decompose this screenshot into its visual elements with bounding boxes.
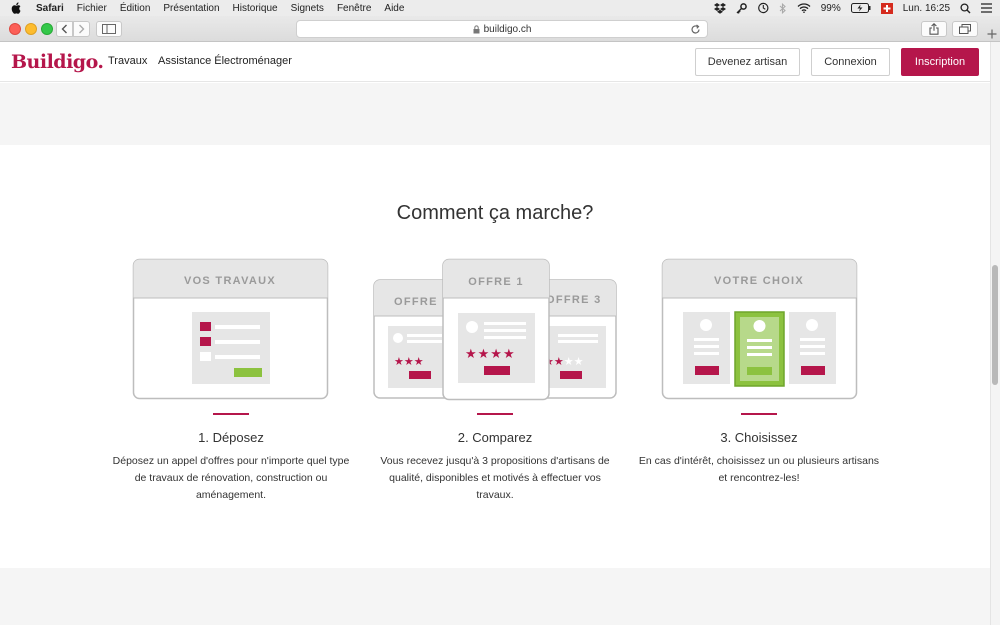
svg-text:★★★: ★★★	[394, 355, 424, 368]
page-scrollbar-thumb[interactable]	[992, 265, 998, 385]
back-button[interactable]	[56, 21, 73, 37]
wifi-icon[interactable]	[797, 3, 811, 13]
menubar-clock[interactable]: Lun. 16:25	[903, 3, 950, 14]
card-label-vos-travaux: VOS TRAVAUX	[184, 275, 276, 287]
bottom-gray-band	[0, 568, 990, 625]
menu-edition[interactable]: Édition	[120, 3, 151, 14]
illustration-votre-choix: VOTRE CHOIX	[661, 258, 858, 400]
close-window-button[interactable]	[9, 23, 21, 35]
browser-toolbar: buildigo.ch	[0, 16, 1000, 42]
dropbox-icon[interactable]	[713, 2, 726, 14]
minimize-window-button[interactable]	[25, 23, 37, 35]
step-1-description: Déposez un appel d'offres pour n'importe…	[112, 455, 350, 501]
key-icon[interactable]	[736, 2, 747, 14]
step-3-title: 3. Choisissez	[720, 430, 798, 445]
offer-1-card: OFFRE 1 ★★★★	[442, 258, 550, 401]
site-header: Buildigo. Travaux Assistance Électroména…	[0, 42, 990, 82]
battery-percent: 99%	[820, 2, 841, 14]
share-icon	[929, 23, 939, 35]
nav-link-assistance[interactable]: Assistance Électroménager	[158, 55, 292, 67]
step-3-divider	[741, 413, 777, 415]
chevron-right-icon	[79, 24, 85, 34]
become-artisan-button[interactable]: Devenez artisan	[695, 48, 800, 76]
card-label-offre-3: OFFRE 3	[546, 294, 602, 306]
top-gray-band	[0, 83, 990, 145]
how-it-works-title: Comment ça marche?	[396, 202, 594, 224]
spotlight-search-icon[interactable]	[960, 2, 971, 14]
sidebar-icon	[102, 24, 116, 34]
menu-presentation[interactable]: Présentation	[163, 3, 219, 14]
url-text: buildigo.ch	[483, 23, 532, 35]
site-logo[interactable]: Buildigo.	[11, 51, 104, 73]
tabs-icon	[959, 24, 971, 34]
forward-button[interactable]	[73, 21, 90, 37]
apple-icon[interactable]	[10, 2, 22, 14]
step-1-divider	[213, 413, 249, 415]
menu-safari[interactable]: Safari	[36, 3, 64, 14]
plus-icon	[987, 29, 997, 39]
step-3-description: En cas d'intérêt, choisissez un ou plusi…	[638, 455, 880, 484]
show-tabs-button[interactable]	[952, 21, 978, 37]
new-tab-button[interactable]	[984, 26, 1000, 42]
signup-button[interactable]: Inscription	[901, 48, 979, 76]
menu-historique[interactable]: Historique	[233, 3, 278, 14]
step-2-title: 2. Comparez	[457, 430, 533, 445]
time-machine-icon[interactable]	[757, 2, 769, 14]
menu-fenetre[interactable]: Fenêtre	[337, 3, 371, 14]
card-label-offre-2: OFFRE 2	[394, 296, 450, 308]
card-label-offre-1: OFFRE 1	[468, 276, 524, 288]
address-bar[interactable]: buildigo.ch	[296, 20, 708, 38]
nav-link-travaux[interactable]: Travaux	[108, 55, 147, 67]
share-button[interactable]	[921, 21, 947, 37]
step-2-description: Vous recevez jusqu'à 3 propositions d'ar…	[380, 455, 610, 501]
bluetooth-icon[interactable]	[779, 2, 787, 14]
card-label-votre-choix: VOTRE CHOIX	[714, 275, 804, 287]
illustration-offres: OFFRE 2 ★★★ OFFRE 3 ★★★★ OFFRE 1 ★★★★	[373, 258, 617, 401]
chevron-left-icon	[61, 24, 67, 34]
step-2-divider	[477, 413, 513, 415]
menu-signets[interactable]: Signets	[291, 3, 324, 14]
svg-text:★★★★: ★★★★	[544, 355, 584, 368]
svg-text:★★★★: ★★★★	[465, 347, 516, 362]
login-button[interactable]: Connexion	[811, 48, 890, 76]
zoom-window-button[interactable]	[41, 23, 53, 35]
notification-center-icon[interactable]	[981, 3, 992, 13]
reload-icon[interactable]	[690, 24, 701, 35]
input-flag-icon[interactable]	[880, 2, 893, 14]
sidebar-toggle-button[interactable]	[96, 21, 122, 37]
menu-fichier[interactable]: Fichier	[77, 3, 107, 14]
battery-charging-icon[interactable]	[850, 3, 871, 13]
lock-icon	[473, 24, 480, 34]
illustration-vos-travaux: VOS TRAVAUX	[132, 258, 329, 400]
macos-menubar: Safari Fichier Édition Présentation Hist…	[0, 0, 1000, 16]
menu-aide[interactable]: Aide	[384, 3, 404, 14]
step-1-title: 1. Déposez	[198, 430, 264, 445]
